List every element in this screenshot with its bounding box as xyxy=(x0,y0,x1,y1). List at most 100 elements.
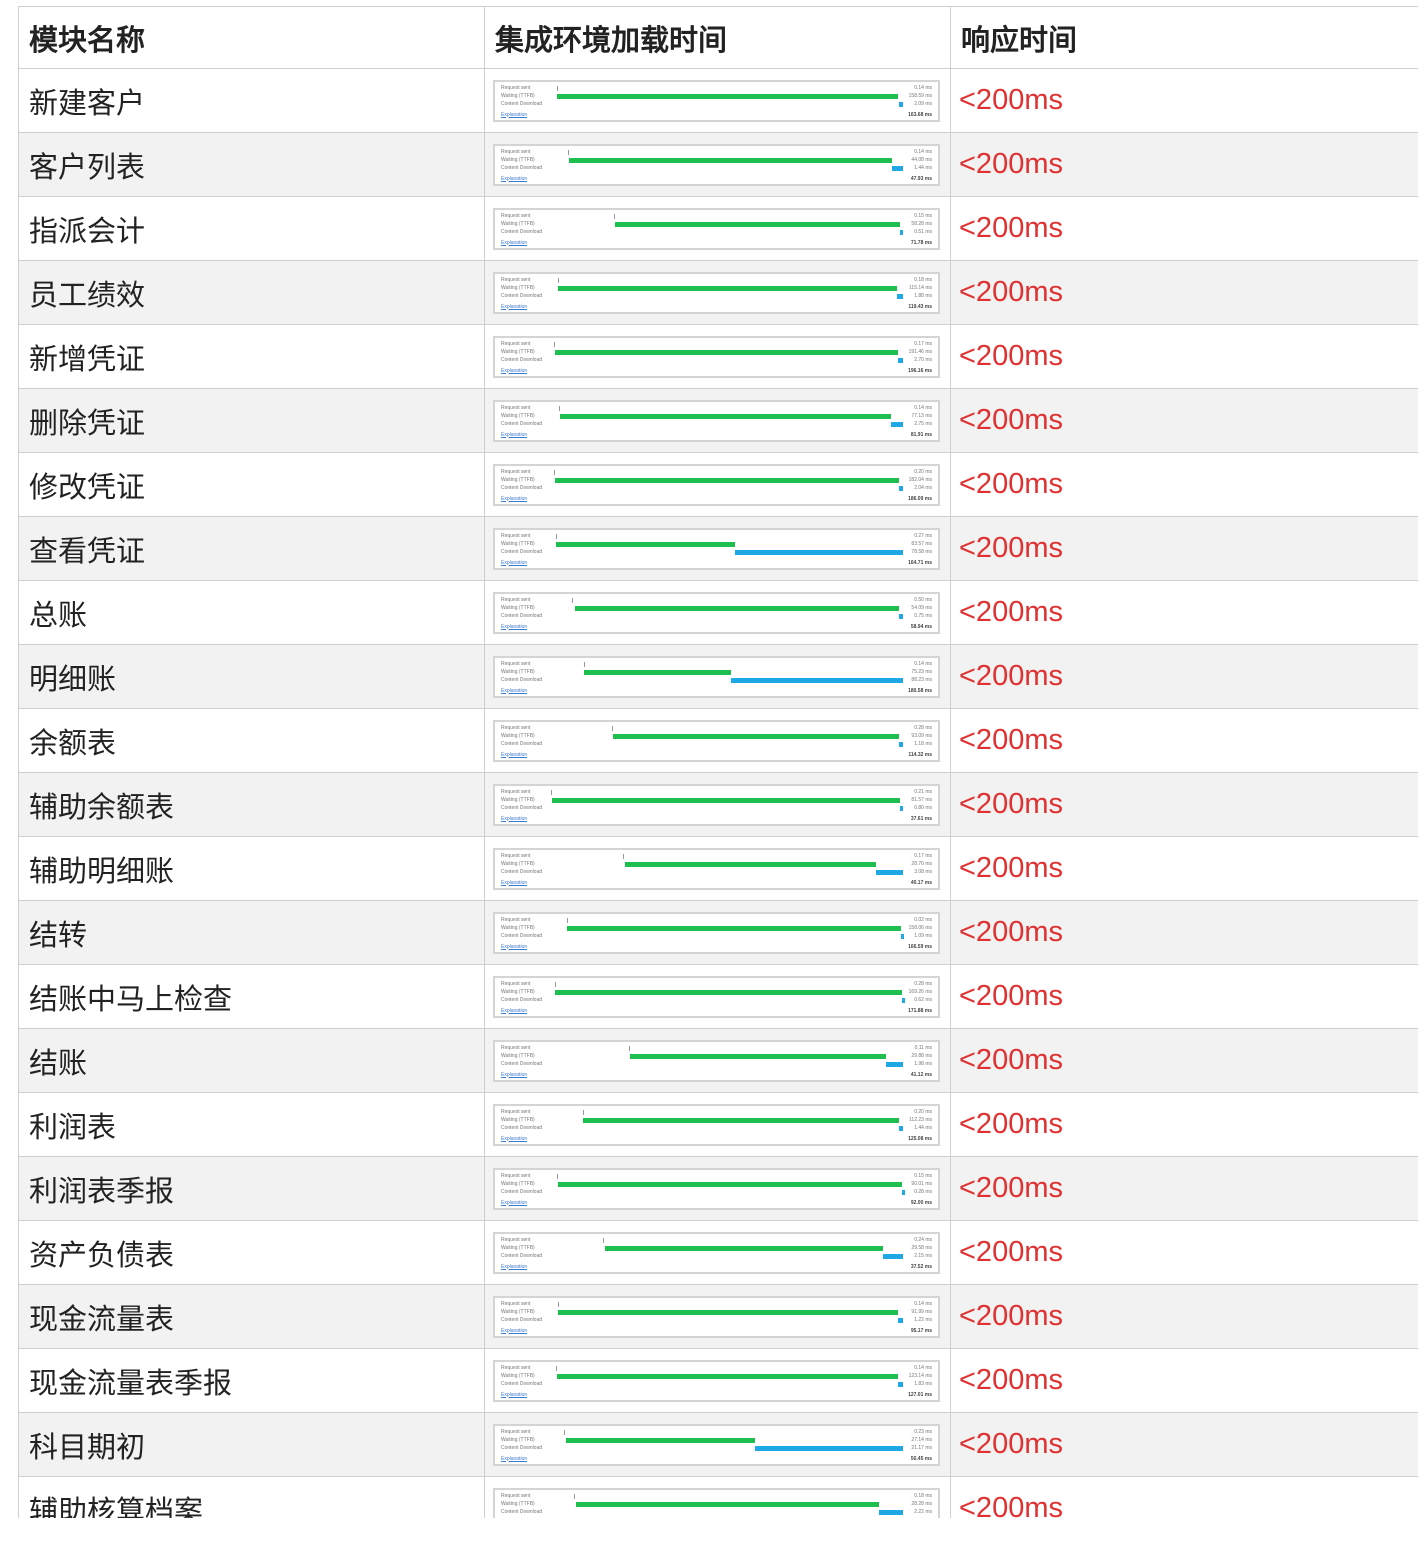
timing-label-waiting: Waiting (TTFB) xyxy=(501,476,535,483)
timing-screenshot: Request sent Waiting (TTFB) Content Downlo… xyxy=(493,1039,940,1082)
waiting-bar xyxy=(568,157,893,163)
load-time-cell: Request sent Waiting (TTFB) Content Downlo… xyxy=(484,1156,951,1221)
timing-label-download: Content Download xyxy=(501,612,543,619)
timing-label-waiting: Waiting (TTFB) xyxy=(501,1372,535,1379)
timing-screenshot: Request sent Waiting (TTFB) Content Downlo… xyxy=(493,719,940,762)
timing-value-download: 1.98 ms xyxy=(914,1060,932,1067)
header-module-name: 模块名称 xyxy=(18,6,485,69)
timing-label-explanation[interactable]: Explanation xyxy=(501,112,527,118)
timing-label-explanation[interactable]: Explanation xyxy=(501,368,527,374)
timing-label-explanation[interactable]: Explanation xyxy=(501,1328,527,1334)
timing-label-explanation[interactable]: Explanation xyxy=(501,240,527,246)
table-row: 辅助明细账 Request sent Waiting (TTFB) Content D… xyxy=(18,836,1418,901)
timing-label-explanation[interactable]: Explanation xyxy=(501,752,527,758)
timing-screenshot: Request sent Waiting (TTFB) Content Downlo… xyxy=(493,975,940,1018)
load-time-cell: Request sent Waiting (TTFB) Content Downlo… xyxy=(484,452,951,517)
timing-value-download: 3.08 ms xyxy=(914,868,932,875)
timing-label-explanation[interactable]: Explanation xyxy=(501,1200,527,1206)
timing-label-request: Request sent xyxy=(501,276,531,283)
waiting-bar xyxy=(558,285,898,291)
table-body: 新建客户 Request sent Waiting (TTFB) Content Do… xyxy=(18,68,1418,1518)
module-name-cell: 辅助余额表 xyxy=(18,772,485,837)
timing-label-explanation[interactable]: Explanation xyxy=(501,560,527,566)
timing-value-request: 0.18 ms xyxy=(914,1492,932,1499)
module-name-cell: 科目期初 xyxy=(18,1412,485,1477)
timing-value-download: 1.44 ms xyxy=(914,164,932,171)
timing-label-explanation[interactable]: Explanation xyxy=(501,304,527,310)
timing-value-download: 88.23 ms xyxy=(911,676,932,683)
timing-label-explanation[interactable]: Explanation xyxy=(501,624,527,630)
timing-label-request: Request sent xyxy=(501,212,531,219)
timing-label-explanation[interactable]: Explanation xyxy=(501,496,527,502)
timing-value-total: 40.17 ms xyxy=(910,879,932,886)
table-row: 修改凭证 Request sent Waiting (TTFB) Content Do… xyxy=(18,452,1418,517)
timing-value-download: 1.18 ms xyxy=(914,740,932,747)
timing-value-waiting: 191.46 ms xyxy=(908,348,932,355)
waiting-bar xyxy=(565,1437,756,1443)
waiting-bar xyxy=(583,1117,899,1123)
timing-value-download: 1.09 ms xyxy=(914,932,932,939)
timing-screenshot: Request sent Waiting (TTFB) Content Downlo… xyxy=(493,207,940,250)
timing-label-explanation[interactable]: Explanation xyxy=(501,944,527,950)
timing-label-explanation[interactable]: Explanation xyxy=(501,176,527,182)
table-row: 现金流量表季报 Request sent Waiting (TTFB) Content… xyxy=(18,1348,1418,1413)
table-row: 现金流量表 Request sent Waiting (TTFB) Content D… xyxy=(18,1284,1418,1349)
timing-label-download: Content Download xyxy=(501,868,543,875)
load-time-cell: Request sent Waiting (TTFB) Content Downlo… xyxy=(484,196,951,261)
waiting-bar xyxy=(566,925,901,931)
timing-value-request: 0.20 ms xyxy=(914,468,932,475)
waiting-bar xyxy=(558,1309,899,1315)
timing-label-explanation[interactable]: Explanation xyxy=(501,1456,527,1462)
timing-value-waiting: 29.58 ms xyxy=(911,1244,932,1251)
timing-label-explanation[interactable]: Explanation xyxy=(501,816,527,822)
timing-label-explanation[interactable]: Explanation xyxy=(501,1008,527,1014)
timing-value-request: 0.02 ms xyxy=(914,916,932,923)
request-sent-tick xyxy=(554,469,556,475)
timing-label-explanation[interactable]: Explanation xyxy=(501,688,527,694)
module-name-cell: 指派会计 xyxy=(18,196,485,261)
download-bar xyxy=(735,549,903,555)
timing-label-explanation[interactable]: Explanation xyxy=(501,1392,527,1398)
timing-value-request: 0.28 ms xyxy=(914,980,932,987)
timing-label-request: Request sent xyxy=(501,660,531,667)
waiting-bar xyxy=(556,1373,898,1379)
module-name-cell: 总账 xyxy=(18,580,485,645)
timing-label-waiting: Waiting (TTFB) xyxy=(501,1500,535,1507)
timing-label-waiting: Waiting (TTFB) xyxy=(501,284,535,291)
timing-value-total: 164.71 ms xyxy=(908,559,932,566)
request-sent-tick xyxy=(584,661,586,667)
timing-label-explanation[interactable]: Explanation xyxy=(501,1264,527,1270)
timing-label-waiting: Waiting (TTFB) xyxy=(501,1436,535,1443)
download-bar xyxy=(898,357,903,363)
timing-screenshot: Request sent Waiting (TTFB) Content Downlo… xyxy=(493,1231,940,1274)
timing-label-download: Content Download xyxy=(501,740,543,747)
timing-value-waiting: 83.57 ms xyxy=(911,540,932,547)
timing-label-request: Request sent xyxy=(501,916,531,923)
timing-screenshot: Request sent Waiting (TTFB) Content Downlo… xyxy=(493,79,940,122)
waiting-bar xyxy=(576,1501,880,1507)
module-name-cell: 新建客户 xyxy=(18,68,485,133)
timing-value-download: 2.09 ms xyxy=(914,100,932,107)
timing-label-explanation[interactable]: Explanation xyxy=(501,1136,527,1142)
load-time-cell: Request sent Waiting (TTFB) Content Downlo… xyxy=(484,836,951,901)
load-time-cell: Request sent Waiting (TTFB) Content Downlo… xyxy=(484,580,951,645)
module-name-cell: 删除凭证 xyxy=(18,388,485,453)
timing-value-total: 71.78 ms xyxy=(910,239,932,246)
timing-value-download: 0.80 ms xyxy=(914,804,932,811)
waiting-bar xyxy=(557,1181,902,1187)
timing-value-total: 163.68 ms xyxy=(908,111,932,118)
timing-label-explanation[interactable]: Explanation xyxy=(501,1072,527,1078)
response-time-cell: <200ms xyxy=(950,644,1418,709)
timing-label-download: Content Download xyxy=(501,804,543,811)
download-bar xyxy=(900,229,904,235)
timing-label-explanation[interactable]: Explanation xyxy=(501,880,527,886)
timing-value-download: 2.70 ms xyxy=(914,356,932,363)
timing-label-download: Content Download xyxy=(501,356,543,363)
download-bar xyxy=(898,613,903,619)
timing-label-request: Request sent xyxy=(501,1428,531,1435)
timing-label-waiting: Waiting (TTFB) xyxy=(501,220,535,227)
waiting-bar xyxy=(559,413,892,419)
timing-screenshot: Request sent Waiting (TTFB) Content Downlo… xyxy=(493,911,940,954)
timing-value-total: 47.93 ms xyxy=(910,175,932,182)
timing-label-explanation[interactable]: Explanation xyxy=(501,432,527,438)
